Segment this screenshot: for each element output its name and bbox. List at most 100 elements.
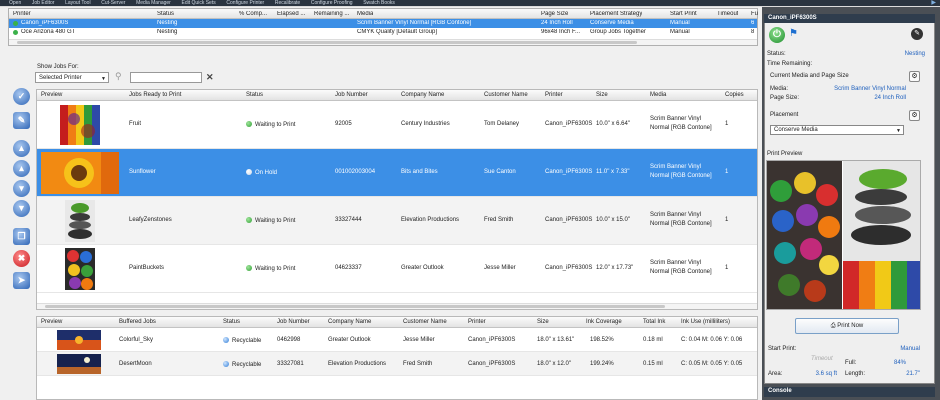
col-printer[interactable]: Printer [545,92,563,98]
col-media[interactable]: Media [650,92,666,98]
menu-configure-printer[interactable]: Configure Printer [226,0,264,6]
jobs-ready-scrollbar[interactable] [37,303,757,309]
scroll-thumb[interactable] [17,41,637,44]
job-toolbar: ✓ ✎ ▲ ▴ ▾ ▼ ❐ ✖ ➤ [10,88,34,289]
move-bottom-icon[interactable]: ▼ [13,200,30,217]
job-number: 92005 [335,121,352,127]
settings-icon[interactable]: ✎ [911,28,923,40]
col-job-number[interactable]: Job Number [335,92,368,98]
power-icon[interactable]: ⏻ [769,27,785,43]
move-up-icon[interactable]: ▴ [13,160,30,177]
printer-icon: ⎙ [830,323,836,329]
menu-media-manager[interactable]: Media Manager [136,0,171,6]
print-preview [766,160,921,310]
delete-job-icon[interactable]: ✖ [13,250,30,267]
search-input[interactable] [130,72,202,83]
buffered-name: DesertMoon [119,361,152,367]
placement-select[interactable]: Conserve Media ▼ [770,125,904,135]
print-now-button[interactable]: ⎙ Print Now [795,318,899,334]
job-name: Sunflower [129,169,156,175]
buffered-size: 18.0" x 12.0" [537,361,571,367]
gear-icon[interactable]: ⚙ [909,110,920,121]
menu-job-editor[interactable]: Job Editor [32,0,55,6]
col-buffered-jobs[interactable]: Buffered Jobs [119,319,156,325]
col-jobs-ready[interactable]: Jobs Ready to Print [129,92,181,98]
scroll-thumb[interactable] [45,305,665,308]
buffered-status: Recyclable [223,337,261,344]
job-media-line2: Normal [RGB Contone] [650,125,712,131]
col-ink-use[interactable]: Ink Use (milliliters) [681,319,730,325]
col-remaining[interactable]: Remaining ... [314,11,349,17]
show-jobs-select[interactable]: Selected Printer ▼ [35,72,109,83]
console-header[interactable]: Console [764,387,935,397]
buffered-row[interactable]: DesertMoon Recyclable 33327081 Elevation… [37,352,757,376]
job-row[interactable]: Sunflower On Hold 001002003004 Bits and … [37,149,757,197]
buffered-coverage: 198.52% [590,337,614,343]
menu-configure-proofing[interactable]: Configure Proofing [311,0,353,6]
col-elapsed[interactable]: Elapsed ... [277,11,305,17]
job-customer: Jesse Miller [484,265,516,271]
move-top-icon[interactable]: ▲ [13,140,30,157]
col-status[interactable]: Status [223,319,240,325]
start-print-label: Start Print: [768,346,797,352]
col-media[interactable]: Media [357,11,373,17]
col-size[interactable]: Size [537,319,549,325]
move-down-icon[interactable]: ▾ [13,180,30,197]
col-placement[interactable]: Placement Strategy [590,11,642,17]
check-job-icon[interactable]: ✓ [13,88,30,105]
col-complete[interactable]: % Comp... [239,11,267,17]
send-job-icon[interactable]: ➤ [13,272,30,289]
job-status: On Hold [246,169,277,176]
menu-edit-quick-sets[interactable]: Edit Quick Sets [182,0,216,6]
printers-scrollbar[interactable] [9,39,757,45]
col-preview[interactable]: Preview [41,92,62,98]
col-copies[interactable]: Copies [725,92,744,98]
job-row[interactable]: PaintBuckets Waiting to Print 04623337 G… [37,245,757,293]
menu-layout-tool[interactable]: Layout Tool [65,0,90,6]
printer-page-size: 24 Inch Roll [541,20,573,26]
info-icon[interactable]: ⚑ [789,28,799,40]
col-total-ink[interactable]: Total Ink [643,319,665,325]
job-printer: Canon_iPF6300S [545,265,593,271]
col-customer[interactable]: Customer Name [403,319,447,325]
col-job-number[interactable]: Job Number [277,319,310,325]
printer-start: Manual [670,29,690,35]
menu-swatch-books[interactable]: Swatch Books [363,0,395,6]
col-start-print[interactable]: Start Print [670,11,697,17]
job-preview [41,200,119,242]
copy-job-icon[interactable]: ❐ [13,228,30,245]
col-printer[interactable]: Printer [468,319,486,325]
window-arrow-icon[interactable]: ▶ [931,0,936,6]
job-row[interactable]: LeafyZenstones Waiting to Print 33327444… [37,197,757,245]
menu-open[interactable]: Open [9,0,21,6]
col-page-size[interactable]: Page Size [541,11,568,17]
job-row[interactable]: Fruit Waiting to Print 92005 Century Ind… [37,101,757,149]
printer-row[interactable]: Canon_iPF6300S Nesting Scrim Banner Viny… [9,19,757,28]
menu-cut-server[interactable]: Cut-Server [101,0,125,6]
col-ink-coverage[interactable]: Ink Coverage [586,319,622,325]
col-status[interactable]: Status [157,11,174,17]
col-status[interactable]: Status [246,92,263,98]
buffered-total-ink: 0.18 ml [643,337,663,343]
buffered-row[interactable]: Colorful_Sky Recyclable 0462998 Greater … [37,328,757,352]
printer-status: Nesting [157,29,178,35]
job-preview [41,248,119,290]
jobs-ready-table: Preview Jobs Ready to Print Status Job N… [36,89,758,310]
clear-search-icon[interactable]: ✕ [206,72,214,83]
col-printer[interactable]: Printer [13,11,31,17]
col-preview[interactable]: Preview [41,319,62,325]
job-media-line2: Normal [RGB Contone] [650,173,712,179]
printer-row[interactable]: Oce Arizona 480 GT Nesting CMYK Quality … [9,28,757,37]
col-size[interactable]: Size [596,92,608,98]
col-company[interactable]: Company Name [328,319,371,325]
printers-header: Printer Status % Comp... Elapsed ... Rem… [9,9,758,19]
col-company[interactable]: Company Name [401,92,444,98]
col-fu[interactable]: Fu [751,11,758,17]
gear-icon[interactable]: ⚙ [909,71,920,82]
menu-recalibrate[interactable]: Recalibrate [275,0,300,6]
col-timeout[interactable]: Timeout [717,11,738,17]
col-customer[interactable]: Customer Name [484,92,528,98]
job-preview [41,152,119,194]
edit-job-icon[interactable]: ✎ [13,112,30,129]
full-label: Full: [845,360,857,366]
